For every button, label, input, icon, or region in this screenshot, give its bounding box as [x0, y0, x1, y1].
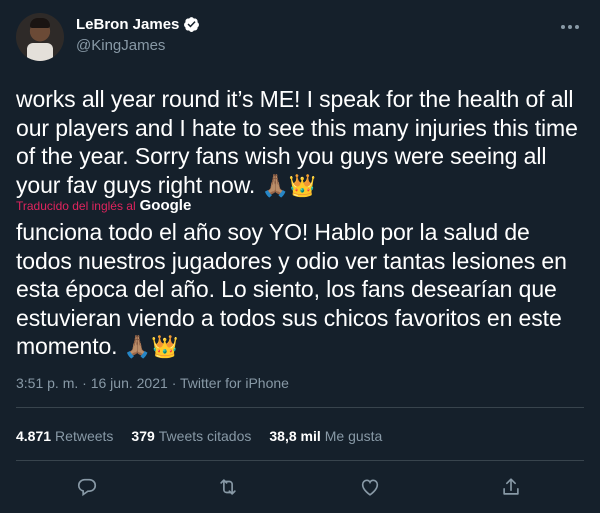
- reply-button[interactable]: [72, 472, 102, 502]
- like-button[interactable]: [355, 472, 385, 502]
- meta-separator: ·: [82, 375, 91, 391]
- retweet-icon: [220, 479, 236, 495]
- translation-text: funciona todo el año soy YO! Hablo por l…: [16, 219, 567, 359]
- meta-separator: ·: [171, 375, 180, 391]
- tweet-actions: [0, 472, 600, 502]
- author-handle[interactable]: @KingJames: [76, 37, 200, 54]
- share-icon: [503, 478, 519, 495]
- tweet-meta: 3:51 p. m. · 16 jun. 2021 · Twitter for …: [16, 375, 289, 391]
- translation-attribution[interactable]: Traducido del inglés al Google: [16, 197, 191, 214]
- likes-stat[interactable]: 38,8 mil Me gusta: [269, 428, 382, 444]
- author-names: LeBron James @KingJames: [76, 16, 200, 54]
- divider: [16, 407, 584, 408]
- more-icon[interactable]: [558, 15, 582, 39]
- quotes-label: Tweets citados: [158, 428, 252, 444]
- author-display-name[interactable]: LeBron James: [76, 16, 200, 33]
- tweet-card: LeBron James @KingJames works all year r…: [0, 0, 600, 513]
- translation-emojis: 🙏🏽👑: [123, 334, 179, 359]
- avatar[interactable]: [16, 13, 64, 61]
- display-name-text[interactable]: LeBron James: [76, 16, 179, 33]
- tweet-text: works all year round it’s ME! I speak fo…: [16, 85, 588, 200]
- retweet-button[interactable]: [213, 472, 243, 502]
- tweet-emojis: 🙏🏽👑: [261, 172, 317, 198]
- quotes-stat[interactable]: 379 Tweets citados: [131, 428, 251, 444]
- heart-icon: [361, 479, 379, 496]
- likes-label: Me gusta: [324, 428, 383, 444]
- tweet-translation: funciona todo el año soy YO! Hablo por l…: [16, 218, 588, 362]
- divider: [16, 460, 584, 461]
- tweet-stats: 4.871 Retweets 379 Tweets citados 38,8 mil…: [16, 428, 382, 444]
- likes-count: 38,8 mil: [269, 428, 321, 444]
- reply-icon: [77, 478, 97, 497]
- tweet-date[interactable]: 16 jun. 2021: [91, 375, 168, 391]
- share-button[interactable]: [496, 472, 526, 502]
- retweets-count: 4.871: [16, 428, 52, 444]
- translator-logo[interactable]: Google: [140, 197, 192, 214]
- retweets-stat[interactable]: 4.871 Retweets: [16, 428, 113, 444]
- tweet-source[interactable]: Twitter for iPhone: [180, 375, 289, 391]
- retweets-label: Retweets: [55, 428, 114, 444]
- quotes-count: 379: [131, 428, 155, 444]
- tweet-time[interactable]: 3:51 p. m.: [16, 375, 78, 391]
- tweet-header: LeBron James @KingJames: [16, 13, 584, 61]
- verified-badge-icon: [184, 17, 200, 32]
- translated-label[interactable]: Traducido del inglés al: [16, 199, 136, 213]
